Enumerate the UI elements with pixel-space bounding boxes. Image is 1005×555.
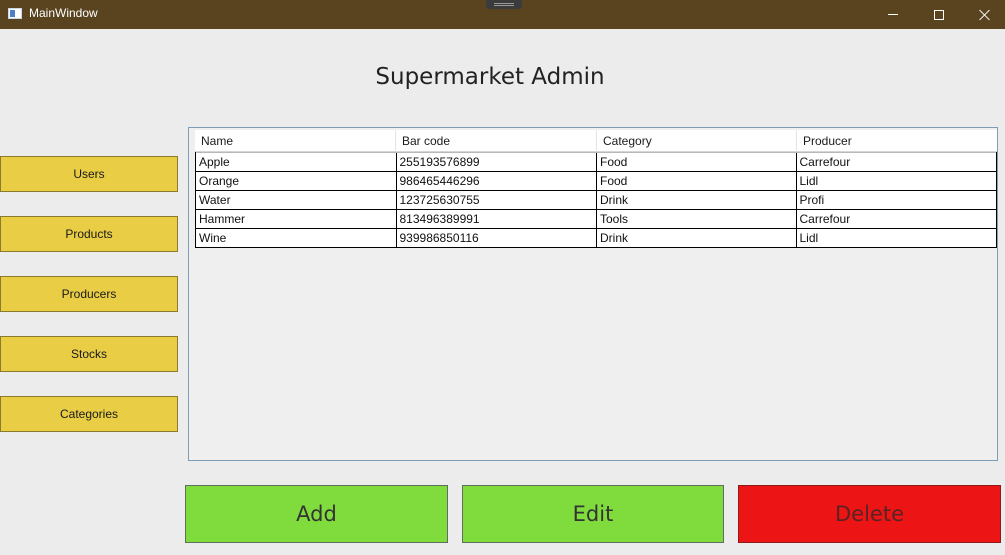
- sidebar-item-users[interactable]: Users: [0, 156, 178, 192]
- cell-name[interactable]: Hammer: [196, 210, 397, 228]
- cell-name[interactable]: Water: [196, 191, 397, 209]
- cell-category[interactable]: Drink: [597, 229, 797, 247]
- edit-button[interactable]: Edit: [462, 485, 724, 543]
- title-bar[interactable]: MainWindow: [0, 0, 1005, 29]
- window-title: MainWindow: [29, 6, 98, 20]
- cell-bar-code[interactable]: 939986850116: [397, 229, 597, 247]
- app-window-icon: [8, 8, 22, 19]
- table-row[interactable]: Apple 255193576899 Food Carrefour: [196, 152, 996, 171]
- cell-producer[interactable]: Carrefour: [797, 210, 997, 228]
- maximize-icon: [934, 9, 944, 20]
- page-title: Supermarket Admin: [375, 64, 605, 90]
- cell-category[interactable]: Drink: [597, 191, 797, 209]
- cell-bar-code[interactable]: 255193576899: [397, 153, 597, 171]
- table-row[interactable]: Orange 986465446296 Food Lidl: [196, 171, 996, 190]
- cell-producer[interactable]: Lidl: [797, 229, 997, 247]
- products-table[interactable]: Name Bar code Category Producer Apple 25…: [188, 127, 998, 461]
- delete-button[interactable]: Delete: [738, 485, 1001, 543]
- sidebar-item-categories[interactable]: Categories: [0, 396, 178, 432]
- cell-bar-code[interactable]: 123725630755: [397, 191, 597, 209]
- sidebar-item-products[interactable]: Products: [0, 216, 178, 252]
- table-row[interactable]: Hammer 813496389991 Tools Carrefour: [196, 209, 996, 228]
- window-drag-grip-icon[interactable]: [486, 0, 522, 9]
- table-row[interactable]: Wine 939986850116 Drink Lidl: [196, 228, 996, 247]
- cell-category[interactable]: Food: [597, 172, 797, 190]
- column-header-category[interactable]: Category: [597, 130, 797, 152]
- table-body: Apple 255193576899 Food Carrefour Orange…: [195, 152, 997, 248]
- cell-category[interactable]: Tools: [597, 210, 797, 228]
- close-button[interactable]: [962, 0, 1005, 29]
- sidebar-item-stocks[interactable]: Stocks: [0, 336, 178, 372]
- cell-bar-code[interactable]: 986465446296: [397, 172, 597, 190]
- column-header-producer[interactable]: Producer: [797, 130, 997, 152]
- cell-category[interactable]: Food: [597, 153, 797, 171]
- cell-producer[interactable]: Lidl: [797, 172, 997, 190]
- cell-name[interactable]: Apple: [196, 153, 397, 171]
- cell-producer[interactable]: Carrefour: [797, 153, 997, 171]
- column-header-name[interactable]: Name: [195, 130, 396, 152]
- column-header-bar-code[interactable]: Bar code: [396, 130, 597, 152]
- maximize-button[interactable]: [916, 0, 962, 29]
- cell-name[interactable]: Wine: [196, 229, 397, 247]
- table-header: Name Bar code Category Producer: [195, 130, 997, 152]
- table-row[interactable]: Water 123725630755 Drink Profi: [196, 190, 996, 209]
- cell-producer[interactable]: Profi: [797, 191, 997, 209]
- cell-name[interactable]: Orange: [196, 172, 397, 190]
- minimize-button[interactable]: [870, 0, 916, 29]
- add-button[interactable]: Add: [185, 485, 448, 543]
- close-icon: [979, 9, 991, 21]
- minimize-icon: [888, 14, 898, 15]
- cell-bar-code[interactable]: 813496389991: [397, 210, 597, 228]
- sidebar-item-producers[interactable]: Producers: [0, 276, 178, 312]
